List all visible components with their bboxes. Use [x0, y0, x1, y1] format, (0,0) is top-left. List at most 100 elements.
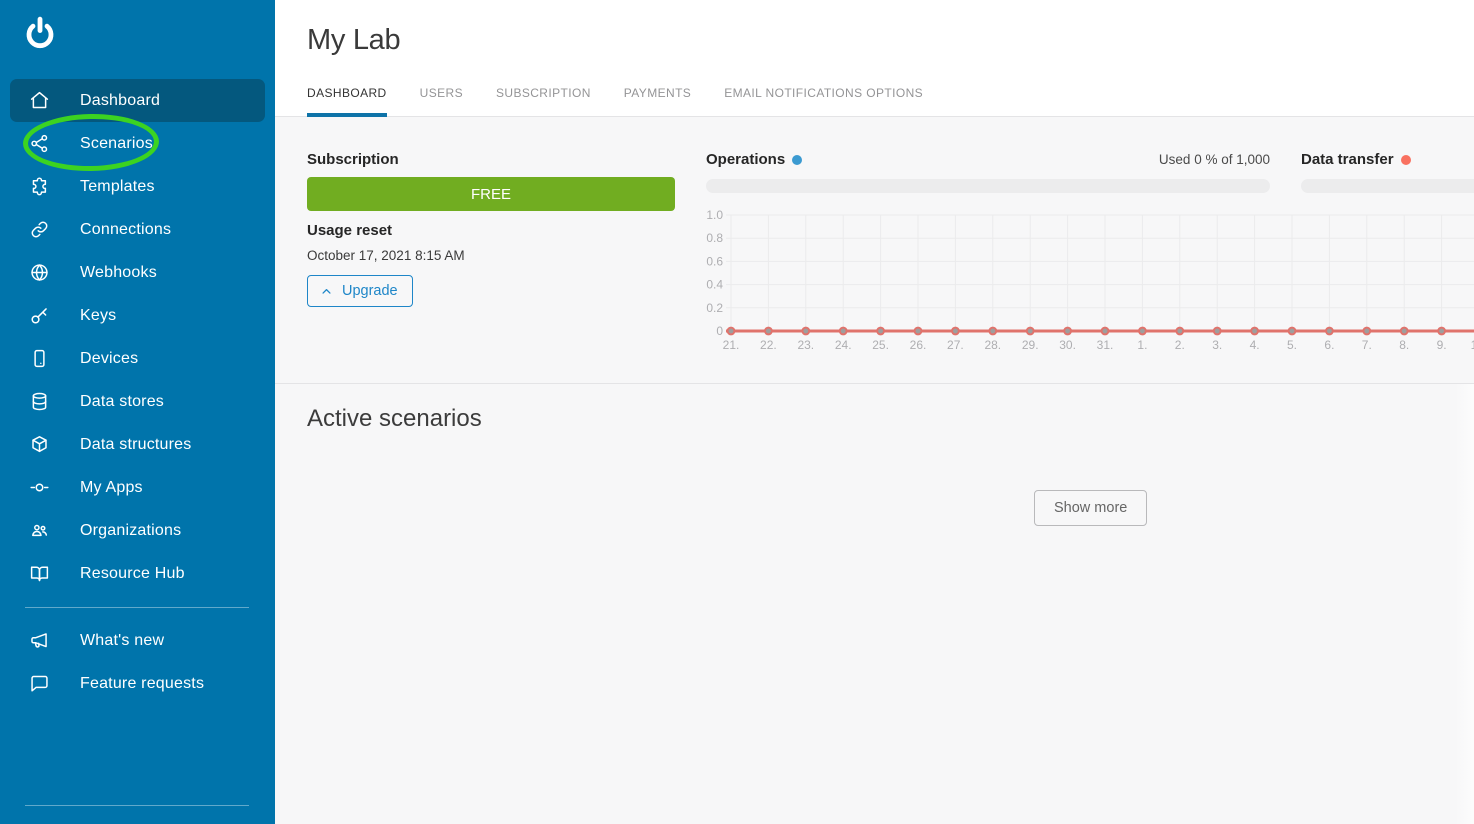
puzzle-icon: [29, 176, 50, 197]
svg-text:24.: 24.: [835, 338, 852, 352]
sidebar-item-label: Connections: [80, 221, 171, 239]
dashboard-content: Subscription FREE Usage reset October 17…: [275, 117, 1474, 824]
tab-payments[interactable]: PAYMENTS: [624, 76, 691, 117]
sidebar-divider: [25, 607, 249, 608]
chat-bubble-icon: [29, 673, 50, 694]
tab-users[interactable]: USERS: [420, 76, 463, 117]
chevron-up-icon: [319, 284, 334, 299]
upgrade-button[interactable]: Upgrade: [307, 275, 413, 307]
book-icon: [29, 563, 50, 584]
svg-text:0.4: 0.4: [706, 278, 723, 292]
subscription-heading: Subscription: [307, 151, 399, 168]
svg-text:1.0: 1.0: [706, 208, 723, 222]
cube-icon: [29, 434, 50, 455]
people-icon: [29, 520, 50, 541]
home-icon: [29, 90, 50, 111]
svg-text:30.: 30.: [1059, 338, 1076, 352]
integromat-logo-icon[interactable]: [20, 14, 60, 58]
svg-text:28.: 28.: [984, 338, 1001, 352]
operations-heading: Operations: [706, 151, 802, 168]
subscription-plan-badge: FREE: [307, 177, 675, 211]
sidebar: Dashboard Scenarios Templates Connection…: [0, 0, 275, 824]
svg-text:3.: 3.: [1212, 338, 1222, 352]
data-transfer-heading: Data transfer: [1301, 151, 1411, 168]
svg-text:21.: 21.: [723, 338, 740, 352]
sidebar-item-whats-new[interactable]: What's new: [10, 619, 265, 662]
sidebar-item-data-structures[interactable]: Data structures: [10, 423, 265, 466]
operations-usage-text: Used 0 % of 1,000: [1159, 152, 1270, 167]
operations-section: Operations Used 0 % of 1,000: [706, 151, 1270, 193]
sidebar-item-label: Feature requests: [80, 675, 204, 693]
svg-text:0.8: 0.8: [706, 231, 723, 245]
sidebar-item-scenarios[interactable]: Scenarios: [10, 122, 265, 165]
sidebar-item-data-stores[interactable]: Data stores: [10, 380, 265, 423]
svg-text:4.: 4.: [1250, 338, 1260, 352]
sidebar-item-label: Keys: [80, 307, 116, 325]
upgrade-button-label: Upgrade: [342, 283, 398, 299]
usage-reset-value: October 17, 2021 8:15 AM: [307, 248, 465, 263]
operations-usage-chart: 00.20.40.60.81.021.22.23.24.25.26.27.28.…: [706, 205, 1474, 370]
sidebar-item-label: Webhooks: [80, 264, 157, 282]
show-more-button[interactable]: Show more: [1034, 490, 1147, 526]
plan-label: FREE: [471, 186, 511, 203]
svg-text:22.: 22.: [760, 338, 777, 352]
link-icon: [29, 219, 50, 240]
svg-text:27.: 27.: [947, 338, 964, 352]
svg-text:26.: 26.: [910, 338, 927, 352]
tab-bar: DASHBOARD USERS SUBSCRIPTION PAYMENTS EM…: [307, 76, 956, 117]
sidebar-item-label: Resource Hub: [80, 565, 185, 583]
sidebar-item-label: My Apps: [80, 479, 143, 497]
sidebar-item-label: Organizations: [80, 522, 181, 540]
svg-text:0: 0: [716, 324, 723, 338]
sidebar-item-feature-requests[interactable]: Feature requests: [10, 662, 265, 705]
sidebar-footer-nav: What's new Feature requests: [0, 619, 275, 705]
share-icon: [29, 133, 50, 154]
sidebar-item-templates[interactable]: Templates: [10, 165, 265, 208]
sidebar-nav: Dashboard Scenarios Templates Connection…: [0, 79, 275, 595]
svg-text:2.: 2.: [1175, 338, 1185, 352]
tab-subscription[interactable]: SUBSCRIPTION: [496, 76, 591, 117]
svg-text:0.6: 0.6: [706, 254, 723, 268]
sidebar-item-label: What's new: [80, 632, 164, 650]
svg-text:23.: 23.: [797, 338, 814, 352]
smartphone-icon: [29, 348, 50, 369]
sidebar-item-webhooks[interactable]: Webhooks: [10, 251, 265, 294]
sidebar-item-connections[interactable]: Connections: [10, 208, 265, 251]
main-header: My Lab DASHBOARD USERS SUBSCRIPTION PAYM…: [275, 0, 1474, 117]
svg-text:6.: 6.: [1324, 338, 1334, 352]
svg-text:29.: 29.: [1022, 338, 1039, 352]
tab-dashboard[interactable]: DASHBOARD: [307, 76, 387, 117]
active-scenarios-heading: Active scenarios: [307, 405, 482, 433]
sidebar-item-label: Dashboard: [80, 92, 160, 110]
sidebar-item-label: Data stores: [80, 393, 164, 411]
data-transfer-section: Data transfer: [1301, 151, 1474, 193]
key-icon: [29, 305, 50, 326]
svg-text:8.: 8.: [1399, 338, 1409, 352]
content-edge-fade: [1455, 384, 1474, 824]
globe-icon: [29, 262, 50, 283]
node-icon: [29, 477, 50, 498]
svg-text:1.: 1.: [1137, 338, 1147, 352]
database-icon: [29, 391, 50, 412]
tab-email-notifications-options[interactable]: EMAIL NOTIFICATIONS OPTIONS: [724, 76, 923, 117]
page-title: My Lab: [307, 24, 400, 57]
svg-text:25.: 25.: [872, 338, 889, 352]
sidebar-item-dashboard[interactable]: Dashboard: [10, 79, 265, 122]
app-window: Dashboard Scenarios Templates Connection…: [0, 0, 1474, 824]
operations-progress-bar: [706, 179, 1270, 193]
sidebar-divider: [25, 805, 249, 806]
sidebar-item-label: Templates: [80, 178, 155, 196]
section-divider: [275, 383, 1474, 384]
sidebar-item-devices[interactable]: Devices: [10, 337, 265, 380]
sidebar-item-resource-hub[interactable]: Resource Hub: [10, 552, 265, 595]
svg-text:5.: 5.: [1287, 338, 1297, 352]
sidebar-item-my-apps[interactable]: My Apps: [10, 466, 265, 509]
sidebar-item-organizations[interactable]: Organizations: [10, 509, 265, 552]
data-transfer-status-dot: [1401, 155, 1411, 165]
operations-status-dot: [792, 155, 802, 165]
svg-text:9.: 9.: [1437, 338, 1447, 352]
svg-text:10.: 10.: [1471, 338, 1474, 352]
svg-text:31.: 31.: [1097, 338, 1114, 352]
sidebar-item-keys[interactable]: Keys: [10, 294, 265, 337]
svg-text:7.: 7.: [1362, 338, 1372, 352]
